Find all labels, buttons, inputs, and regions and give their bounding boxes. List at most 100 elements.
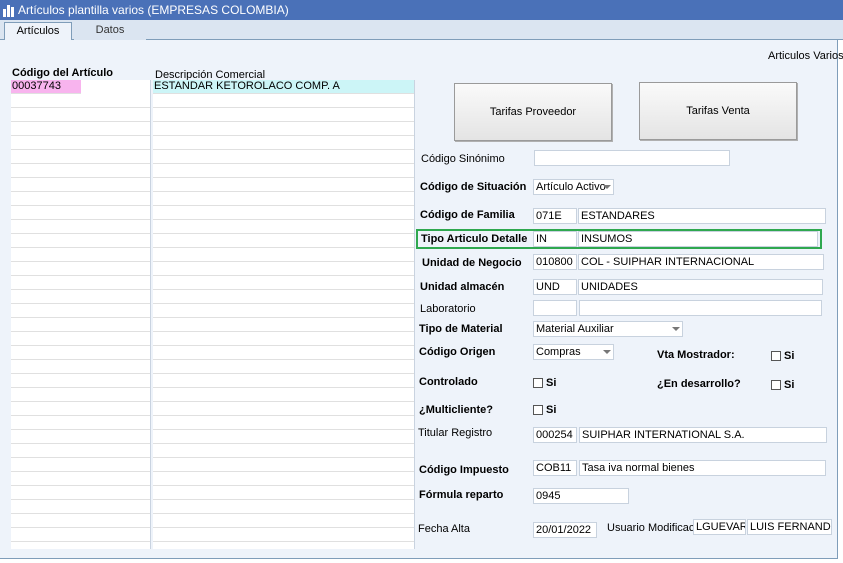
grid-empty-row[interactable] (153, 94, 414, 108)
checkbox-box[interactable] (533, 405, 543, 415)
grid-empty-row[interactable] (153, 262, 414, 276)
grid-empty-row[interactable] (153, 402, 414, 416)
grid-empty-row[interactable] (153, 220, 414, 234)
usuario-modificacion-code-input[interactable]: LGUEVARA (693, 519, 746, 535)
vta-mostrador-checkbox[interactable]: Si (771, 350, 794, 362)
grid-empty-row[interactable] (153, 332, 414, 346)
codigo-impuesto-code-input[interactable]: COB11 (533, 460, 577, 476)
grid-empty-row[interactable] (153, 108, 414, 122)
grid-empty-row[interactable] (153, 472, 414, 486)
unidad-almacen-desc-input[interactable]: UNIDADES (578, 279, 823, 295)
grid-empty-row[interactable] (153, 178, 414, 192)
grid-empty-row[interactable] (11, 458, 150, 472)
grid-empty-row[interactable] (153, 416, 414, 430)
titular-registro-desc-input[interactable]: SUIPHAR INTERNATIONAL S.A. (579, 427, 827, 443)
unidad-negocio-code-input[interactable]: 010800 (533, 254, 577, 270)
grid-empty-row[interactable] (11, 472, 150, 486)
grid-empty-row[interactable] (153, 304, 414, 318)
grid-empty-row[interactable] (11, 206, 150, 220)
grid-empty-row[interactable] (153, 486, 414, 500)
codigo-impuesto-desc-input[interactable]: Tasa iva normal bienes (579, 460, 826, 476)
grid-cell-code[interactable]: 00037743 (11, 80, 81, 94)
tarifas-proveedor-button[interactable]: Tarifas Proveedor (454, 83, 612, 141)
grid-empty-row[interactable] (11, 178, 150, 192)
grid-empty-row[interactable] (11, 164, 150, 178)
grid-empty-row[interactable] (153, 388, 414, 402)
controlado-checkbox[interactable]: Si (533, 377, 556, 389)
grid-empty-row[interactable] (11, 192, 150, 206)
grid-empty-row[interactable] (11, 262, 150, 276)
titular-registro-code-input[interactable]: 000254 (533, 427, 577, 443)
grid-empty-row[interactable] (153, 444, 414, 458)
tipo-articulo-desc-input[interactable]: INSUMOS (578, 231, 818, 247)
usuario-modificacion-name-input[interactable]: LUIS FERNANDO GU (747, 519, 832, 535)
unidad-almacen-code-input[interactable]: UND (533, 279, 577, 295)
formula-reparto-input[interactable]: 0945 (533, 488, 629, 504)
grid-empty-row[interactable] (153, 346, 414, 360)
tab-datos-articulos[interactable]: Datos artículos (74, 22, 146, 52)
grid-empty-row[interactable] (11, 332, 150, 346)
multicliente-checkbox[interactable]: Si (533, 404, 556, 416)
grid-empty-row[interactable] (11, 346, 150, 360)
tipo-material-select[interactable]: Material Auxiliar (533, 321, 683, 337)
tipo-articulo-code-input[interactable]: IN (533, 231, 577, 247)
grid-empty-row[interactable] (11, 304, 150, 318)
grid-empty-row[interactable] (11, 430, 150, 444)
grid-empty-row[interactable] (153, 528, 414, 542)
tarifas-venta-button[interactable]: Tarifas Venta (639, 82, 797, 140)
tab-articulos[interactable]: Artículos (4, 22, 72, 40)
laboratorio-code-input[interactable] (533, 300, 577, 316)
grid-empty-row[interactable] (153, 318, 414, 332)
grid-empty-row[interactable] (153, 290, 414, 304)
grid-empty-row[interactable] (153, 234, 414, 248)
grid-empty-row[interactable] (153, 122, 414, 136)
grid-empty-row[interactable] (153, 192, 414, 206)
grid-empty-row[interactable] (11, 318, 150, 332)
grid-empty-row[interactable] (11, 276, 150, 290)
grid-empty-row[interactable] (11, 486, 150, 500)
grid-empty-row[interactable] (11, 150, 150, 164)
fecha-alta-input[interactable]: 20/01/2022 (533, 522, 597, 538)
codigo-origen-select[interactable]: Compras (533, 344, 614, 360)
grid-empty-row[interactable] (11, 94, 150, 108)
grid-empty-row[interactable] (153, 458, 414, 472)
grid-empty-row[interactable] (153, 164, 414, 178)
grid-empty-row[interactable] (11, 374, 150, 388)
grid-empty-row[interactable] (11, 402, 150, 416)
grid-empty-row[interactable] (11, 248, 150, 262)
grid-empty-row[interactable] (11, 360, 150, 374)
en-desarrollo-checkbox[interactable]: Si (771, 379, 794, 391)
grid-empty-row[interactable] (11, 220, 150, 234)
grid-empty-row[interactable] (153, 136, 414, 150)
codigo-situacion-select[interactable]: Artículo Activo (533, 179, 614, 195)
grid-empty-row[interactable] (11, 528, 150, 542)
laboratorio-desc-input[interactable] (579, 300, 822, 316)
checkbox-box[interactable] (771, 380, 781, 390)
unidad-negocio-desc-input[interactable]: COL - SUIPHAR INTERNACIONAL (578, 254, 824, 270)
grid-empty-row[interactable] (11, 444, 150, 458)
codigo-familia-code-input[interactable]: 071E (533, 208, 577, 224)
grid-empty-row[interactable] (11, 388, 150, 402)
grid-empty-row[interactable] (11, 136, 150, 150)
grid-empty-row[interactable] (153, 430, 414, 444)
grid-empty-row[interactable] (153, 276, 414, 290)
grid-empty-row[interactable] (11, 500, 150, 514)
codigo-familia-desc-input[interactable]: ESTANDARES (578, 208, 826, 224)
grid-empty-row[interactable] (153, 514, 414, 528)
grid-empty-row[interactable] (11, 290, 150, 304)
grid-empty-row[interactable] (153, 248, 414, 262)
grid-empty-row[interactable] (153, 150, 414, 164)
checkbox-box[interactable] (533, 378, 543, 388)
checkbox-box[interactable] (771, 351, 781, 361)
grid-empty-row[interactable] (153, 206, 414, 220)
grid-cell-desc[interactable]: ESTANDAR KETOROLACO COMP. A (153, 80, 414, 94)
grid-empty-row[interactable] (11, 514, 150, 528)
grid-empty-row[interactable] (11, 416, 150, 430)
codigo-sinonimo-input[interactable] (534, 150, 730, 166)
grid-empty-row[interactable] (153, 360, 414, 374)
grid-empty-row[interactable] (153, 500, 414, 514)
grid-empty-row[interactable] (11, 108, 150, 122)
grid-empty-row[interactable] (11, 234, 150, 248)
grid-empty-row[interactable] (153, 374, 414, 388)
grid-empty-row[interactable] (11, 122, 150, 136)
